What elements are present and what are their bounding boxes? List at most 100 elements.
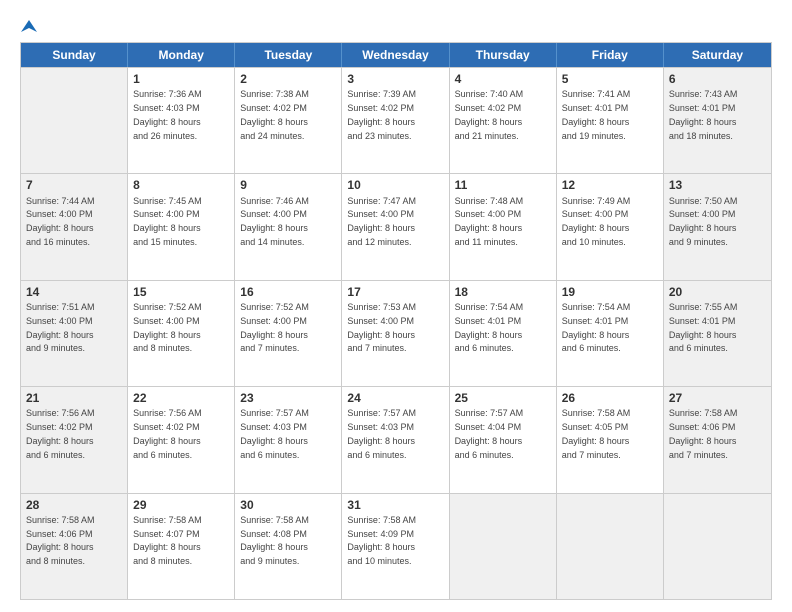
day-info: Sunrise: 7:58 AM Sunset: 4:07 PM Dayligh… <box>133 515 202 566</box>
day-number: 17 <box>347 284 443 300</box>
calendar-cell: 21 Sunrise: 7:56 AM Sunset: 4:02 PM Dayli… <box>21 387 128 492</box>
day-info: Sunrise: 7:47 AM Sunset: 4:00 PM Dayligh… <box>347 196 416 247</box>
calendar-cell: 2 Sunrise: 7:38 AM Sunset: 4:02 PM Daylig… <box>235 68 342 173</box>
day-number: 29 <box>133 497 229 513</box>
logo-icon <box>21 18 37 34</box>
day-number: 25 <box>455 390 551 406</box>
calendar-cell: 24Sunrise: 7:57 AM Sunset: 4:03 PM Dayli… <box>342 387 449 492</box>
day-number: 14 <box>26 284 122 300</box>
day-number: 7 <box>26 177 122 193</box>
day-number: 20 <box>669 284 766 300</box>
calendar-body: 1 Sunrise: 7:36 AM Sunset: 4:03 PM Daylig… <box>21 67 771 599</box>
header <box>20 18 772 32</box>
day-number: 1 <box>133 71 229 87</box>
calendar-cell: 10Sunrise: 7:47 AM Sunset: 4:00 PM Dayli… <box>342 174 449 279</box>
calendar-cell: 20 Sunrise: 7:55 AM Sunset: 4:01 PM Dayli… <box>664 281 771 386</box>
day-number: 16 <box>240 284 336 300</box>
day-number: 11 <box>455 177 551 193</box>
day-info: Sunrise: 7:58 AM Sunset: 4:05 PM Dayligh… <box>562 408 631 459</box>
calendar-cell: 5Sunrise: 7:41 AM Sunset: 4:01 PM Daylig… <box>557 68 664 173</box>
day-number: 2 <box>240 71 336 87</box>
calendar-cell: 17 Sunrise: 7:53 AM Sunset: 4:00 PM Dayli… <box>342 281 449 386</box>
day-info: Sunrise: 7:55 AM Sunset: 4:01 PM Dayligh… <box>669 302 738 353</box>
day-number: 12 <box>562 177 658 193</box>
day-info: Sunrise: 7:56 AM Sunset: 4:02 PM Dayligh… <box>133 408 202 459</box>
calendar-cell: 28 Sunrise: 7:58 AM Sunset: 4:06 PM Dayli… <box>21 494 128 599</box>
day-number: 22 <box>133 390 229 406</box>
calendar-cell: 16 Sunrise: 7:52 AM Sunset: 4:00 PM Dayli… <box>235 281 342 386</box>
calendar-cell: 12 Sunrise: 7:49 AM Sunset: 4:00 PM Dayli… <box>557 174 664 279</box>
day-info: Sunrise: 7:57 AM Sunset: 4:03 PM Dayligh… <box>240 408 309 459</box>
logo <box>20 18 37 32</box>
day-info: Sunrise: 7:39 AM Sunset: 4:02 PM Dayligh… <box>347 89 416 140</box>
calendar-cell <box>21 68 128 173</box>
weekday-header: Tuesday <box>235 43 342 67</box>
calendar-cell: 13 Sunrise: 7:50 AM Sunset: 4:00 PM Dayli… <box>664 174 771 279</box>
calendar: SundayMondayTuesdayWednesdayThursdayFrid… <box>20 42 772 600</box>
day-number: 28 <box>26 497 122 513</box>
calendar-cell: 15 Sunrise: 7:52 AM Sunset: 4:00 PM Dayli… <box>128 281 235 386</box>
day-number: 21 <box>26 390 122 406</box>
calendar-row: 21 Sunrise: 7:56 AM Sunset: 4:02 PM Dayli… <box>21 386 771 492</box>
day-number: 30 <box>240 497 336 513</box>
day-info: Sunrise: 7:58 AM Sunset: 4:06 PM Dayligh… <box>26 515 95 566</box>
weekday-header: Monday <box>128 43 235 67</box>
calendar-cell: 25 Sunrise: 7:57 AM Sunset: 4:04 PM Dayli… <box>450 387 557 492</box>
calendar-cell: 1 Sunrise: 7:36 AM Sunset: 4:03 PM Daylig… <box>128 68 235 173</box>
calendar-cell: 3 Sunrise: 7:39 AM Sunset: 4:02 PM Daylig… <box>342 68 449 173</box>
day-info: Sunrise: 7:52 AM Sunset: 4:00 PM Dayligh… <box>133 302 202 353</box>
day-info: Sunrise: 7:46 AM Sunset: 4:00 PM Dayligh… <box>240 196 309 247</box>
day-number: 27 <box>669 390 766 406</box>
day-number: 18 <box>455 284 551 300</box>
day-info: Sunrise: 7:36 AM Sunset: 4:03 PM Dayligh… <box>133 89 202 140</box>
day-info: Sunrise: 7:50 AM Sunset: 4:00 PM Dayligh… <box>669 196 738 247</box>
calendar-cell <box>664 494 771 599</box>
day-number: 15 <box>133 284 229 300</box>
calendar-cell: 23 Sunrise: 7:57 AM Sunset: 4:03 PM Dayli… <box>235 387 342 492</box>
day-info: Sunrise: 7:57 AM Sunset: 4:04 PM Dayligh… <box>455 408 524 459</box>
page: SundayMondayTuesdayWednesdayThursdayFrid… <box>0 0 792 612</box>
day-info: Sunrise: 7:57 AM Sunset: 4:03 PM Dayligh… <box>347 408 416 459</box>
day-info: Sunrise: 7:58 AM Sunset: 4:08 PM Dayligh… <box>240 515 309 566</box>
calendar-cell: 27 Sunrise: 7:58 AM Sunset: 4:06 PM Dayli… <box>664 387 771 492</box>
day-number: 3 <box>347 71 443 87</box>
day-info: Sunrise: 7:58 AM Sunset: 4:06 PM Dayligh… <box>669 408 738 459</box>
day-info: Sunrise: 7:45 AM Sunset: 4:00 PM Dayligh… <box>133 196 202 247</box>
calendar-header: SundayMondayTuesdayWednesdayThursdayFrid… <box>21 43 771 67</box>
calendar-cell: 19Sunrise: 7:54 AM Sunset: 4:01 PM Dayli… <box>557 281 664 386</box>
day-info: Sunrise: 7:54 AM Sunset: 4:01 PM Dayligh… <box>562 302 631 353</box>
day-info: Sunrise: 7:56 AM Sunset: 4:02 PM Dayligh… <box>26 408 95 459</box>
weekday-header: Friday <box>557 43 664 67</box>
day-number: 13 <box>669 177 766 193</box>
weekday-header: Thursday <box>450 43 557 67</box>
calendar-cell <box>557 494 664 599</box>
day-number: 6 <box>669 71 766 87</box>
calendar-cell: 26 Sunrise: 7:58 AM Sunset: 4:05 PM Dayli… <box>557 387 664 492</box>
day-info: Sunrise: 7:52 AM Sunset: 4:00 PM Dayligh… <box>240 302 309 353</box>
calendar-cell: 29 Sunrise: 7:58 AM Sunset: 4:07 PM Dayli… <box>128 494 235 599</box>
day-info: Sunrise: 7:43 AM Sunset: 4:01 PM Dayligh… <box>669 89 738 140</box>
day-number: 8 <box>133 177 229 193</box>
calendar-cell: 4 Sunrise: 7:40 AM Sunset: 4:02 PM Daylig… <box>450 68 557 173</box>
calendar-row: 1 Sunrise: 7:36 AM Sunset: 4:03 PM Daylig… <box>21 67 771 173</box>
day-info: Sunrise: 7:58 AM Sunset: 4:09 PM Dayligh… <box>347 515 416 566</box>
weekday-header: Wednesday <box>342 43 449 67</box>
day-info: Sunrise: 7:38 AM Sunset: 4:02 PM Dayligh… <box>240 89 309 140</box>
day-info: Sunrise: 7:48 AM Sunset: 4:00 PM Dayligh… <box>455 196 524 247</box>
day-number: 9 <box>240 177 336 193</box>
calendar-row: 7Sunrise: 7:44 AM Sunset: 4:00 PM Daylig… <box>21 173 771 279</box>
calendar-row: 28 Sunrise: 7:58 AM Sunset: 4:06 PM Dayli… <box>21 493 771 599</box>
day-info: Sunrise: 7:53 AM Sunset: 4:00 PM Dayligh… <box>347 302 416 353</box>
day-number: 23 <box>240 390 336 406</box>
calendar-cell: 6 Sunrise: 7:43 AM Sunset: 4:01 PM Daylig… <box>664 68 771 173</box>
day-number: 26 <box>562 390 658 406</box>
day-info: Sunrise: 7:41 AM Sunset: 4:01 PM Dayligh… <box>562 89 631 140</box>
calendar-cell: 22 Sunrise: 7:56 AM Sunset: 4:02 PM Dayli… <box>128 387 235 492</box>
calendar-cell: 8 Sunrise: 7:45 AM Sunset: 4:00 PM Daylig… <box>128 174 235 279</box>
day-info: Sunrise: 7:40 AM Sunset: 4:02 PM Dayligh… <box>455 89 524 140</box>
day-number: 4 <box>455 71 551 87</box>
calendar-cell: 7Sunrise: 7:44 AM Sunset: 4:00 PM Daylig… <box>21 174 128 279</box>
day-info: Sunrise: 7:49 AM Sunset: 4:00 PM Dayligh… <box>562 196 631 247</box>
weekday-header: Saturday <box>664 43 771 67</box>
day-info: Sunrise: 7:54 AM Sunset: 4:01 PM Dayligh… <box>455 302 524 353</box>
